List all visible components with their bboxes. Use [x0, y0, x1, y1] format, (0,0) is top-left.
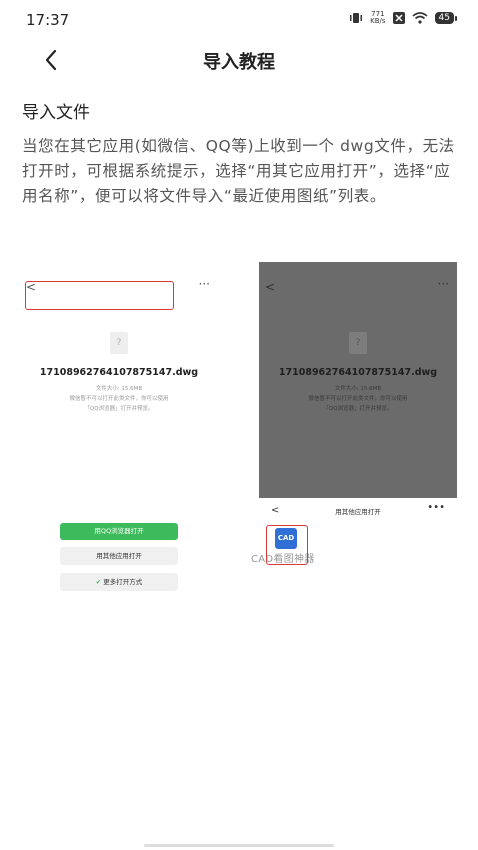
vibrate-icon: [350, 13, 363, 23]
home-indicator: [144, 844, 334, 847]
section-title: 导入文件: [22, 103, 90, 123]
notification-x-icon: [392, 12, 405, 24]
status-icons: 771 KB/s 45: [349, 10, 458, 25]
highlight-box-left: [25, 281, 174, 310]
status-bar: 17:37 771 KB/s 45: [0, 0, 478, 40]
mock-file-name: 17108962764107875147.dwg: [39, 367, 199, 378]
mock-more-icon: ···: [437, 277, 449, 291]
mock-open-other-button: 用其他应用打开: [60, 547, 178, 565]
mock-more-icon: ···: [198, 277, 210, 291]
net-speed: 771 KB/s: [370, 10, 386, 25]
section-description: 当您在其它应用(如微信、QQ等)上收到一个 dwg文件，无法打开时，可根据系统提…: [22, 137, 455, 205]
sheet-more-icon: •••: [427, 502, 445, 513]
status-time: 17:37: [26, 11, 70, 29]
mock-file-name: 17108962764107875147.dwg: [278, 367, 438, 378]
mock-more-ways-button: ✔ 更多打开方式: [60, 573, 178, 591]
mock-file-info: 文件大小: 15.6MB 微信暂不可以打开此类文件，你可以使用 「QQ浏览器」打…: [69, 386, 169, 412]
battery-icon: 45: [434, 12, 458, 24]
mock-file-info: 文件大小: 15.6MB 微信暂不可以打开此类文件，你可以使用 「QQ浏览器」打…: [308, 386, 408, 412]
file-icon: ?: [349, 332, 367, 354]
dim-overlay: < ··· ? 17108962764107875147.dwg 文件大小: 1…: [259, 262, 457, 498]
highlight-box-right: [266, 525, 308, 565]
header: 导入教程: [0, 40, 478, 80]
wifi-icon: [412, 12, 428, 24]
mock-open-qq-button: 用QQ浏览器打开: [60, 523, 178, 540]
mock-back-icon: <: [265, 280, 276, 294]
tutorial-image-left: < ··· ? 17108962764107875147.dwg 文件大小: 1…: [20, 262, 218, 602]
file-icon: ?: [110, 332, 128, 354]
page-title: 导入教程: [203, 52, 275, 73]
check-icon: ✔: [95, 578, 102, 586]
